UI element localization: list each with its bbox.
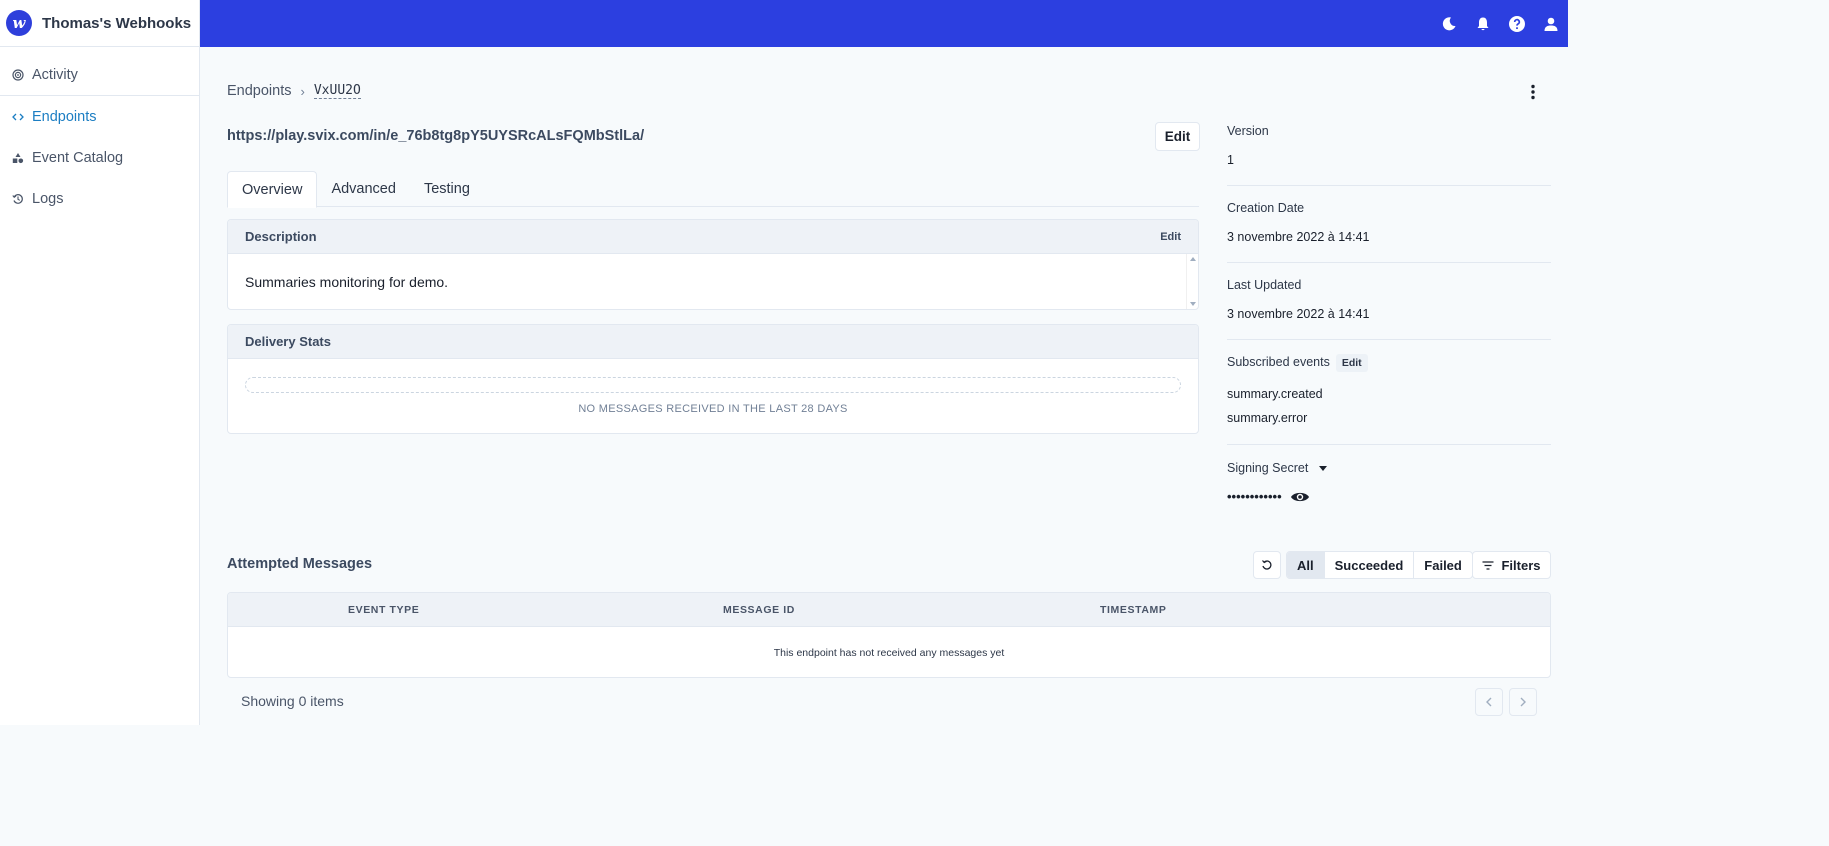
- last-updated-value: 3 novembre 2022 à 14:41: [1227, 307, 1370, 321]
- endpoint-id[interactable]: VxUU2O: [313, 83, 361, 99]
- description-text: Summaries monitoring for demo.: [245, 273, 449, 290]
- chevron-left-icon: [1486, 697, 1492, 707]
- table-empty-text: This endpoint has not received any messa…: [773, 646, 1005, 659]
- tab-overview[interactable]: Overview: [227, 171, 318, 208]
- main-content: Endpoints › VxUU2O https://play.svix.com…: [200, 47, 1568, 725]
- breadcrumb-endpoints-link[interactable]: Endpoints: [227, 83, 292, 99]
- sidebar-item-label: Endpoints: [32, 108, 97, 125]
- sidebar-item-label: Activity: [32, 66, 78, 83]
- showing-count: Showing 0 items: [241, 693, 344, 709]
- filter-succeeded-button[interactable]: Succeeded: [1325, 552, 1415, 578]
- activity-icon: [12, 68, 24, 81]
- more-options-icon[interactable]: [1520, 83, 1546, 101]
- event-item: summary.error: [1227, 411, 1308, 425]
- bell-icon[interactable]: [1466, 0, 1500, 47]
- sidebar-item-activity[interactable]: Activity: [0, 54, 199, 95]
- signing-secret-row: ••••••••••••: [1227, 489, 1551, 504]
- moon-icon[interactable]: [1432, 0, 1466, 47]
- last-updated-label: Last Updated: [1227, 278, 1302, 292]
- delivery-stats-title: Delivery Stats: [245, 334, 331, 349]
- eye-icon[interactable]: [1290, 490, 1310, 504]
- edit-events-button[interactable]: Edit: [1335, 354, 1368, 372]
- column-timestamp[interactable]: TIMESTAMP: [1100, 593, 1166, 627]
- sidebar-item-event-catalog[interactable]: Event Catalog: [0, 137, 199, 178]
- event-item: summary.created: [1227, 387, 1323, 401]
- edit-description-button[interactable]: Edit: [1160, 231, 1181, 243]
- stats-empty-text: NO MESSAGES RECEIVED IN THE LAST 28 DAYS: [578, 403, 848, 415]
- attempted-messages-title: Attempted Messages: [227, 556, 373, 572]
- column-event-type[interactable]: EVENT TYPE: [348, 593, 419, 627]
- filter-all-button[interactable]: All: [1287, 552, 1325, 578]
- signing-secret-toggle[interactable]: Signing Secret: [1227, 461, 1551, 475]
- tab-bar: Overview Advanced Testing: [227, 171, 1199, 208]
- delivery-stats-card: Delivery Stats NO MESSAGES RECEIVED IN T…: [227, 324, 1199, 434]
- refresh-icon: [1262, 560, 1272, 570]
- creation-date-value: 3 novembre 2022 à 14:41: [1227, 230, 1370, 244]
- sidebar: w Thomas's Webhooks Activity Endpoints E…: [0, 0, 200, 725]
- tab-testing[interactable]: Testing: [410, 171, 484, 207]
- description-card: Description Edit Summaries monitoring fo…: [227, 219, 1199, 310]
- creation-date-label: Creation Date: [1227, 201, 1305, 215]
- app-logo: w: [6, 10, 32, 36]
- scroll-down-icon[interactable]: [1189, 302, 1196, 306]
- divider: [1227, 339, 1551, 340]
- caret-down-icon: [1319, 465, 1328, 471]
- code-icon: [12, 111, 24, 123]
- version-value: 1: [1227, 153, 1234, 167]
- endpoint-url: https://play.svix.com/in/e_76b8tg8pY5UYS…: [227, 128, 645, 144]
- signing-secret-label: Signing Secret: [1227, 461, 1309, 475]
- signing-secret-value: ••••••••••••: [1227, 489, 1282, 504]
- filters-label: Filters: [1501, 557, 1541, 573]
- edit-url-button[interactable]: Edit: [1155, 122, 1200, 151]
- description-title: Description: [245, 229, 317, 244]
- subscribed-events-row: Subscribed events Edit: [1227, 354, 1551, 372]
- user-icon[interactable]: [1534, 0, 1568, 47]
- sidebar-item-label: Logs: [32, 190, 64, 207]
- history-icon: [12, 193, 24, 205]
- refresh-button[interactable]: [1253, 551, 1281, 579]
- next-page-button[interactable]: [1509, 688, 1537, 716]
- tab-advanced[interactable]: Advanced: [317, 171, 410, 207]
- stats-bar: [245, 377, 1181, 393]
- status-filter-group: All Succeeded Failed: [1286, 551, 1473, 579]
- description-scrollbar[interactable]: [1186, 254, 1198, 309]
- table-header: EVENT TYPE MESSAGE ID TIMESTAMP: [228, 593, 1550, 627]
- sidebar-item-endpoints[interactable]: Endpoints: [0, 96, 199, 137]
- help-icon[interactable]: [1500, 0, 1534, 47]
- prev-page-button[interactable]: [1475, 688, 1503, 716]
- brand[interactable]: w Thomas's Webhooks: [0, 0, 199, 47]
- chevron-right-icon: [1520, 697, 1526, 707]
- sidebar-item-logs[interactable]: Logs: [0, 178, 199, 219]
- column-message-id[interactable]: MESSAGE ID: [723, 593, 795, 627]
- divider: [1227, 444, 1551, 445]
- chevron-right-icon: ›: [300, 83, 305, 99]
- filter-icon: [1482, 560, 1494, 570]
- subscribed-events-label: Subscribed events: [1227, 355, 1330, 369]
- scroll-up-icon[interactable]: [1189, 257, 1196, 261]
- app-name: Thomas's Webhooks: [42, 14, 192, 32]
- version-label: Version: [1227, 124, 1269, 138]
- breadcrumb: Endpoints › VxUU2O: [227, 83, 361, 99]
- messages-table: EVENT TYPE MESSAGE ID TIMESTAMP This end…: [227, 592, 1551, 678]
- sidebar-item-label: Event Catalog: [32, 149, 124, 166]
- filter-failed-button[interactable]: Failed: [1414, 552, 1472, 578]
- divider: [1227, 262, 1551, 263]
- shapes-icon: [12, 152, 24, 164]
- topbar: [200, 0, 1568, 47]
- divider: [1227, 185, 1551, 186]
- filters-button[interactable]: Filters: [1472, 551, 1551, 579]
